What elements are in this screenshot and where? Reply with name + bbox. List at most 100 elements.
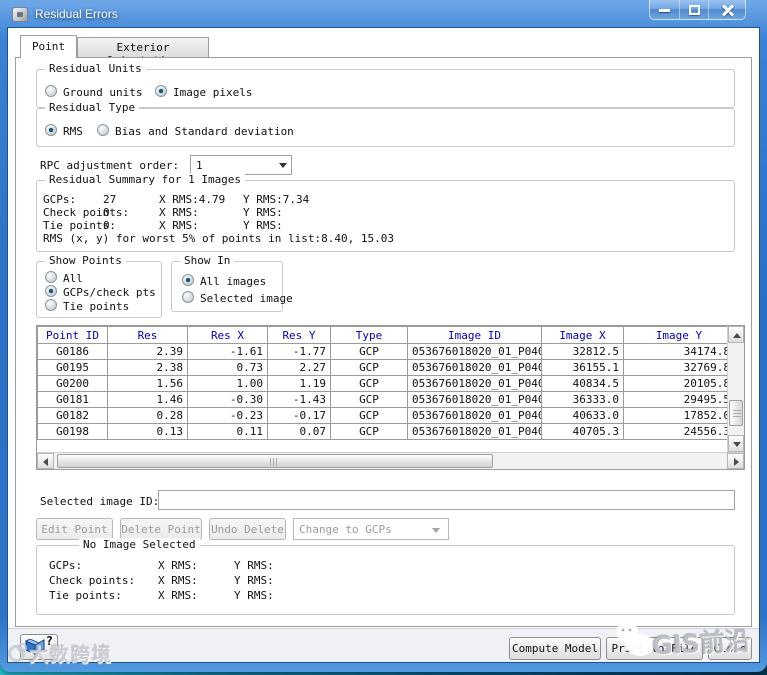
summary-worst-line: RMS (x, y) for worst 5% of points in lis… xyxy=(43,232,394,245)
all-images-radio[interactable] xyxy=(182,274,194,286)
residual-summary-group: Residual Summary for 1 Images GCPs: 27 X… xyxy=(36,173,735,252)
col-image-x[interactable]: Image X xyxy=(541,326,624,344)
img-tie-xrms: X RMS: xyxy=(158,589,198,602)
table-header-row: Point ID Res Res X Res Y Type Image ID I… xyxy=(37,326,727,344)
compute-model-button[interactable]: Compute Model xyxy=(509,637,601,660)
residual-summary-legend: Residual Summary for 1 Images xyxy=(45,173,246,186)
rpc-order-value: 1 xyxy=(196,159,203,172)
img-tie-yrms: Y RMS: xyxy=(234,589,274,602)
col-image-y[interactable]: Image Y xyxy=(623,326,727,344)
table-row[interactable]: G0200 1.56 1.00 1.19 GCP 053676018020_01_P040… xyxy=(37,375,727,392)
image-pixels-radio[interactable] xyxy=(155,85,167,97)
summary-check-label: Check points: xyxy=(43,206,130,219)
change-to-gcps-select[interactable]: Change to GCPs xyxy=(293,518,449,540)
show-tie-label: Tie points xyxy=(63,300,130,313)
col-res-y[interactable]: Res Y xyxy=(267,326,331,344)
img-check-yrms: Y RMS: xyxy=(234,574,274,587)
vertical-scroll-thumb[interactable] xyxy=(729,400,743,426)
scroll-right-button[interactable] xyxy=(727,453,744,469)
title-bar[interactable]: Residual Errors xyxy=(0,0,767,28)
table-row[interactable]: G0195 2.38 0.73 2.27 GCP 053676018020_01_P040… xyxy=(37,359,727,376)
show-gcps-label: GCPs/check pts xyxy=(63,286,156,299)
rms-radio[interactable] xyxy=(45,124,57,136)
points-table-container: Point ID Res Res X Res Y Type Image ID I… xyxy=(36,325,745,470)
residual-units-legend: Residual Units xyxy=(45,62,146,75)
summary-check-yrms: Y RMS: xyxy=(243,206,283,219)
tab-point[interactable]: Point xyxy=(20,35,77,58)
residual-type-group: Residual Type RMS Bias and Standard devi… xyxy=(36,101,735,147)
img-tie-label: Tie points: xyxy=(49,589,122,602)
vertical-scrollbar[interactable] xyxy=(727,326,744,452)
selected-image-id-label: Selected image ID: xyxy=(40,495,160,508)
show-points-group: Show Points All GCPs/check pts Tie point… xyxy=(36,254,162,318)
selected-image-id-input[interactable] xyxy=(158,490,735,510)
bias-stddev-radio[interactable] xyxy=(97,124,109,136)
maximize-icon xyxy=(689,5,700,15)
dialog-content: Point Exterior Orientation Residual Unit… xyxy=(8,28,759,662)
residual-units-group: Residual Units Ground units Image pixels xyxy=(36,62,735,108)
horizontal-scrollbar[interactable] xyxy=(37,452,744,469)
show-all-radio[interactable] xyxy=(45,271,57,283)
show-tie-radio[interactable] xyxy=(45,299,57,311)
scroll-down-button[interactable] xyxy=(728,435,744,452)
tab-exterior-orientation[interactable]: Exterior Orientation xyxy=(77,37,209,67)
points-table: Point ID Res Res X Res Y Type Image ID I… xyxy=(37,326,727,440)
app-icon xyxy=(12,7,28,22)
delete-point-button[interactable]: Delete Point xyxy=(120,518,202,540)
show-gcps-radio[interactable] xyxy=(45,285,57,297)
points-table-viewport: Point ID Res Res X Res Y Type Image ID I… xyxy=(37,326,727,452)
img-gcps-label: GCPs: xyxy=(49,559,83,572)
table-row[interactable]: G0198 0.13 0.11 0.07 GCP 053676018020_01_P040… xyxy=(37,423,727,440)
col-res-x[interactable]: Res X xyxy=(187,326,268,344)
all-images-label: All images xyxy=(200,275,267,288)
chevron-down-icon xyxy=(279,163,287,168)
scroll-up-button[interactable] xyxy=(728,326,744,343)
close-dialog-button[interactable]: Close xyxy=(708,637,752,660)
print-to-file-button[interactable]: Print to File xyxy=(606,637,703,660)
help-question-glyph: ? xyxy=(45,634,53,648)
rpc-order-select[interactable]: 1 xyxy=(190,155,292,175)
help-button[interactable]: ? xyxy=(20,634,58,660)
img-check-label: Check points: xyxy=(49,574,136,587)
change-to-gcps-value: Change to GCPs xyxy=(299,523,392,536)
close-button[interactable] xyxy=(708,0,745,19)
image-summary-legend: No Image Selected xyxy=(79,538,200,551)
chevron-down-icon xyxy=(432,528,440,533)
rpc-order-label: RPC adjustment order: xyxy=(40,159,180,172)
table-row[interactable]: G0181 1.46 -0.30 -1.43 GCP 053676018020_01_P0… xyxy=(37,391,727,408)
show-all-label: All xyxy=(63,272,83,285)
arrow-down-icon xyxy=(733,442,741,447)
minimize-icon xyxy=(659,9,670,12)
img-gcps-yrms: Y RMS: xyxy=(234,559,274,572)
show-in-group: Show In All images Selected image xyxy=(171,254,293,312)
col-res[interactable]: Res xyxy=(107,326,188,344)
desktop: Residual Errors Point Exterior Orientati… xyxy=(0,0,767,675)
window-controls xyxy=(649,0,746,20)
arrow-right-icon xyxy=(734,458,739,466)
img-gcps-xrms: X RMS: xyxy=(158,559,198,572)
residual-type-legend: Residual Type xyxy=(45,101,140,114)
show-in-legend: Show In xyxy=(180,254,235,267)
arrow-up-icon xyxy=(733,333,741,338)
table-row[interactable]: G0186 2.39 -1.61 -1.77 GCP 053676018020_01_P0… xyxy=(37,343,727,360)
footer-bar: ? Compute Model Print to File Close xyxy=(8,628,759,662)
rms-label: RMS xyxy=(63,125,83,138)
col-point-id[interactable]: Point ID xyxy=(37,326,108,344)
edit-point-button[interactable]: Edit Point xyxy=(36,518,113,540)
ground-units-label: Ground units xyxy=(63,86,143,99)
minimize-button[interactable] xyxy=(650,0,679,19)
summary-gcps-count: 27 xyxy=(103,193,117,206)
horizontal-scroll-thumb[interactable] xyxy=(57,454,493,468)
scroll-left-button[interactable] xyxy=(37,453,54,469)
selected-image-radio[interactable] xyxy=(182,291,194,303)
image-summary-group: No Image Selected GCPs: X RMS: Y RMS: Ch… xyxy=(36,538,735,615)
col-type[interactable]: Type xyxy=(330,326,408,344)
book-icon xyxy=(25,639,45,655)
window-title: Residual Errors xyxy=(35,7,118,21)
summary-tie-yrms: Y RMS: xyxy=(243,219,283,232)
ground-units-radio[interactable] xyxy=(45,85,57,97)
undo-delete-button[interactable]: Undo Delete xyxy=(209,518,286,540)
col-image-id[interactable]: Image ID xyxy=(407,326,542,344)
table-row[interactable]: G0182 0.28 -0.23 -0.17 GCP 053676018020_01_P0… xyxy=(37,407,727,424)
maximize-button[interactable] xyxy=(679,0,708,19)
